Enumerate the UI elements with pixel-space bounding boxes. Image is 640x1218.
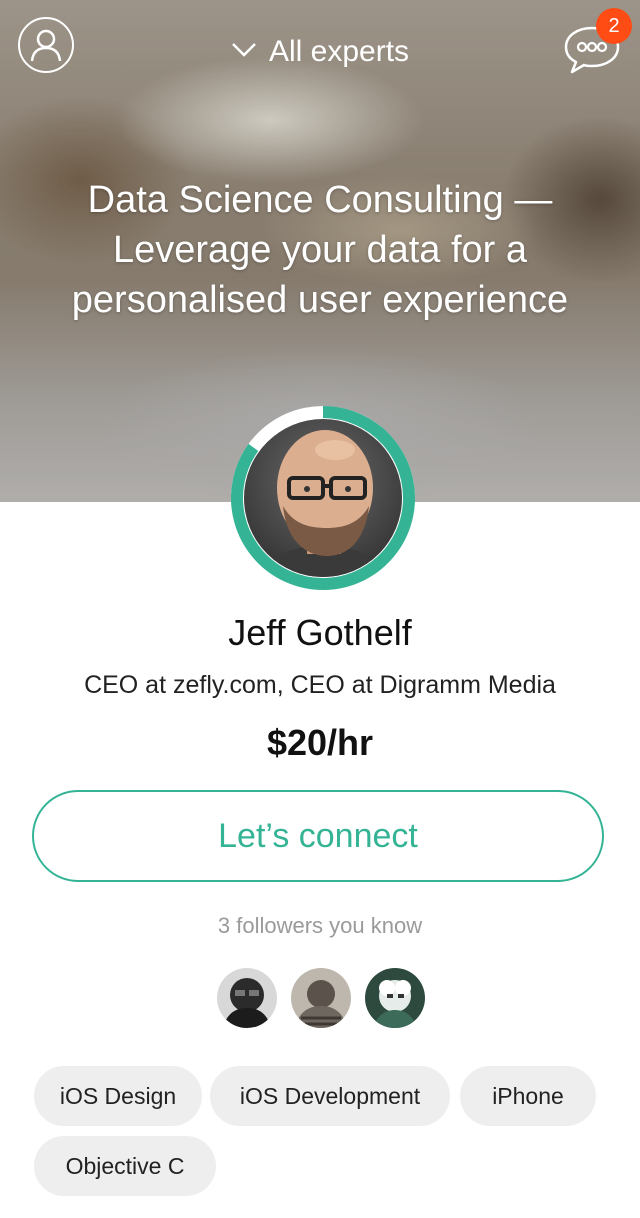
follower-avatar[interactable] xyxy=(365,968,425,1028)
skill-tag[interactable]: iOS Design xyxy=(34,1066,202,1126)
chevron-down-icon xyxy=(232,43,256,57)
skill-tag[interactable]: iPhone xyxy=(460,1066,596,1126)
filter-label: All experts xyxy=(268,35,410,68)
skill-tag[interactable]: iOS Development xyxy=(210,1066,450,1126)
follower-avatar[interactable] xyxy=(291,968,351,1028)
expert-rate: $20/hr xyxy=(266,722,374,763)
notification-badge: 2 xyxy=(596,8,632,44)
expert-role: CEO at zefly.com, CEO at Digramm Media xyxy=(84,671,556,699)
connect-button[interactable]: Let’s connect xyxy=(32,790,604,882)
expert-name: Jeff Gothelf xyxy=(228,612,412,653)
page-title: Data Science Consulting — Leverage your … xyxy=(71,179,569,321)
follower-avatar[interactable] xyxy=(217,968,277,1028)
skill-tag[interactable]: Objective C xyxy=(34,1136,216,1196)
followers-label: 3 followers you know xyxy=(217,913,423,938)
experts-filter-dropdown[interactable]: All experts xyxy=(0,30,640,74)
expert-avatar[interactable] xyxy=(231,406,415,590)
